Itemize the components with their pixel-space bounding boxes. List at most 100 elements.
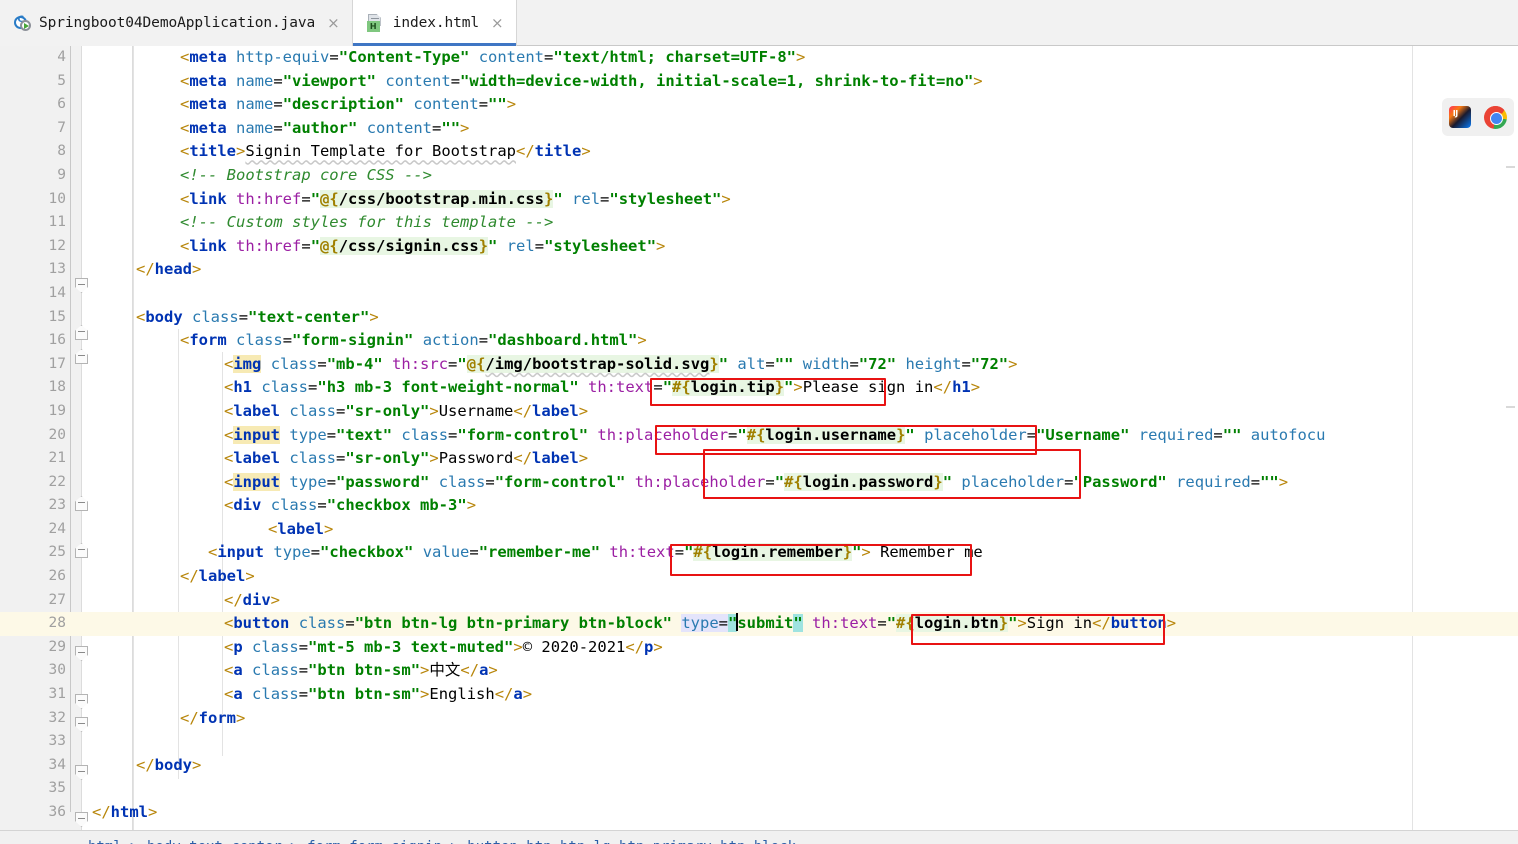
code-line[interactable]: 33 [0,730,1518,754]
code-line[interactable]: 11 <!-- Custom styles for this template … [0,211,1518,235]
line-text: <input type="text" class="form-control" … [224,424,1325,448]
code-line[interactable]: 32 </form> [0,707,1518,731]
line-text: </head> [136,258,201,282]
line-number: 8 [0,140,66,164]
line-text: </form> [180,707,245,731]
editor-tab-bar: Springboot04DemoApplication.java × H ind… [0,0,1518,46]
line-number: 34 [0,754,66,778]
code-line[interactable]: 34 </body> [0,754,1518,778]
line-number: 21 [0,447,66,471]
line-number: 22 [0,471,66,495]
scrollbar-marker [1506,166,1515,168]
code-line[interactable]: 23 <div class="checkbox mb-3"> [0,494,1518,518]
line-number: 26 [0,565,66,589]
line-text: <!-- Bootstrap core CSS --> [180,164,432,188]
line-number: 35 [0,777,66,801]
code-line[interactable]: 26 </label> [0,565,1518,589]
line-number: 36 [0,801,66,825]
line-number: 6 [0,93,66,117]
line-number: 14 [0,282,66,306]
html-file-icon: H [367,14,385,32]
java-class-icon [14,15,31,32]
code-line[interactable]: 16 <form class="form-signin" action="das… [0,329,1518,353]
line-number: 24 [0,518,66,542]
line-number: 17 [0,353,66,377]
code-line[interactable]: 14 [0,282,1518,306]
line-text: <meta name="description" content=""> [180,93,516,117]
line-text: <label class="sr-only">Password</label> [224,447,588,471]
line-number: 20 [0,424,66,448]
code-line[interactable]: 15 <body class="text-center"> [0,306,1518,330]
line-text: <a class="btn btn-sm">English</a> [224,683,532,707]
line-text: </html> [92,801,157,825]
line-text: <p class="mt-5 mb-3 text-muted">© 2020-2… [224,636,663,660]
line-text: <meta name="author" content=""> [180,117,469,141]
tab-close-icon[interactable]: × [489,16,506,31]
code-line[interactable]: 31 <a class="btn btn-sm">English</a> [0,683,1518,707]
line-number: 15 [0,306,66,330]
line-number: 33 [0,730,66,754]
tab-index-html[interactable]: H index.html × [352,0,517,46]
line-number: 10 [0,188,66,212]
code-line[interactable]: 22 <input type="password" class="form-co… [0,471,1518,495]
tab-label: index.html [393,15,479,31]
code-line[interactable]: 29 <p class="mt-5 mb-3 text-muted">© 202… [0,636,1518,660]
line-text: </label> [180,565,255,589]
line-text: <meta name="viewport" content="width=dev… [180,70,983,94]
code-line[interactable]: 5 <meta name="viewport" content="width=d… [0,70,1518,94]
line-text: <!-- Custom styles for this template --> [180,211,553,235]
code-line[interactable]: 17 <img class="mb-4" th:src="@{/img/boot… [0,353,1518,377]
tab-label: Springboot04DemoApplication.java [39,15,315,31]
code-line[interactable]: 27 </div> [0,589,1518,613]
floating-app-tray[interactable] [1442,98,1514,136]
code-line-current[interactable]: 28 <button class="btn btn-lg btn-primary… [0,612,1518,636]
code-line[interactable]: 20 <input type="text" class="form-contro… [0,424,1518,448]
line-number: 7 [0,117,66,141]
line-number: 25 [0,541,66,565]
line-number: 32 [0,707,66,731]
intellij-idea-icon[interactable] [1449,106,1471,128]
code-editor[interactable]: 4 <meta http-equiv="Content-Type" conten… [0,46,1518,830]
line-number: 23 [0,494,66,518]
code-line[interactable]: 12 <link th:href="@{/css/signin.css}" re… [0,235,1518,259]
line-text: <input type="password" class="form-contr… [224,471,1288,495]
line-number: 30 [0,659,66,683]
scrollbar-marker [1506,406,1515,408]
code-line[interactable]: 24 <label> [0,518,1518,542]
code-line[interactable]: 36 </html> [0,801,1518,825]
line-number: 11 [0,211,66,235]
tab-close-icon[interactable]: × [325,16,342,31]
code-line[interactable]: 9 <!-- Bootstrap core CSS --> [0,164,1518,188]
line-text: </body> [136,754,201,778]
code-content[interactable]: 4 <meta http-equiv="Content-Type" conten… [0,46,1518,830]
breadcrumb-bar[interactable]: html > body.text-center > form.form-sign… [0,830,1518,844]
code-line[interactable]: 4 <meta http-equiv="Content-Type" conten… [0,46,1518,70]
line-text: <div class="checkbox mb-3"> [224,494,476,518]
code-line[interactable]: 10 <link th:href="@{/css/bootstrap.min.c… [0,188,1518,212]
line-number: 4 [0,46,66,70]
line-number: 27 [0,589,66,613]
code-line[interactable]: 30 <a class="btn btn-sm">中文</a> [0,659,1518,683]
code-line[interactable]: 6 <meta name="description" content=""> [0,93,1518,117]
code-line[interactable]: 7 <meta name="author" content=""> [0,117,1518,141]
line-number: 13 [0,258,66,282]
code-line[interactable]: 19 <label class="sr-only">Username</labe… [0,400,1518,424]
line-number: 9 [0,164,66,188]
tab-springboot04demoapplication-java[interactable]: Springboot04DemoApplication.java × [0,0,352,46]
code-line[interactable]: 25 <input type="checkbox" value="remembe… [0,541,1518,565]
line-number: 5 [0,70,66,94]
code-line[interactable]: 13 </head> [0,258,1518,282]
code-line[interactable]: 8 <title>Signin Template for Bootstrap</… [0,140,1518,164]
line-text: <input type="checkbox" value="remember-m… [208,541,983,565]
line-text: <a class="btn btn-sm">中文</a> [224,659,498,683]
google-chrome-icon[interactable] [1484,106,1507,129]
code-line[interactable]: 21 <label class="sr-only">Password</labe… [0,447,1518,471]
breadcrumb[interactable]: html > body.text-center > form.form-sign… [88,839,796,844]
line-text: <link th:href="@{/css/signin.css}" rel="… [180,235,665,259]
line-number: 19 [0,400,66,424]
line-text: <meta http-equiv="Content-Type" content=… [180,46,805,70]
line-text: <link th:href="@{/css/bootstrap.min.css}… [180,188,731,212]
code-line[interactable]: 35 [0,777,1518,801]
code-line[interactable]: 18 <h1 class="h3 mb-3 font-weight-normal… [0,376,1518,400]
line-number: 18 [0,376,66,400]
